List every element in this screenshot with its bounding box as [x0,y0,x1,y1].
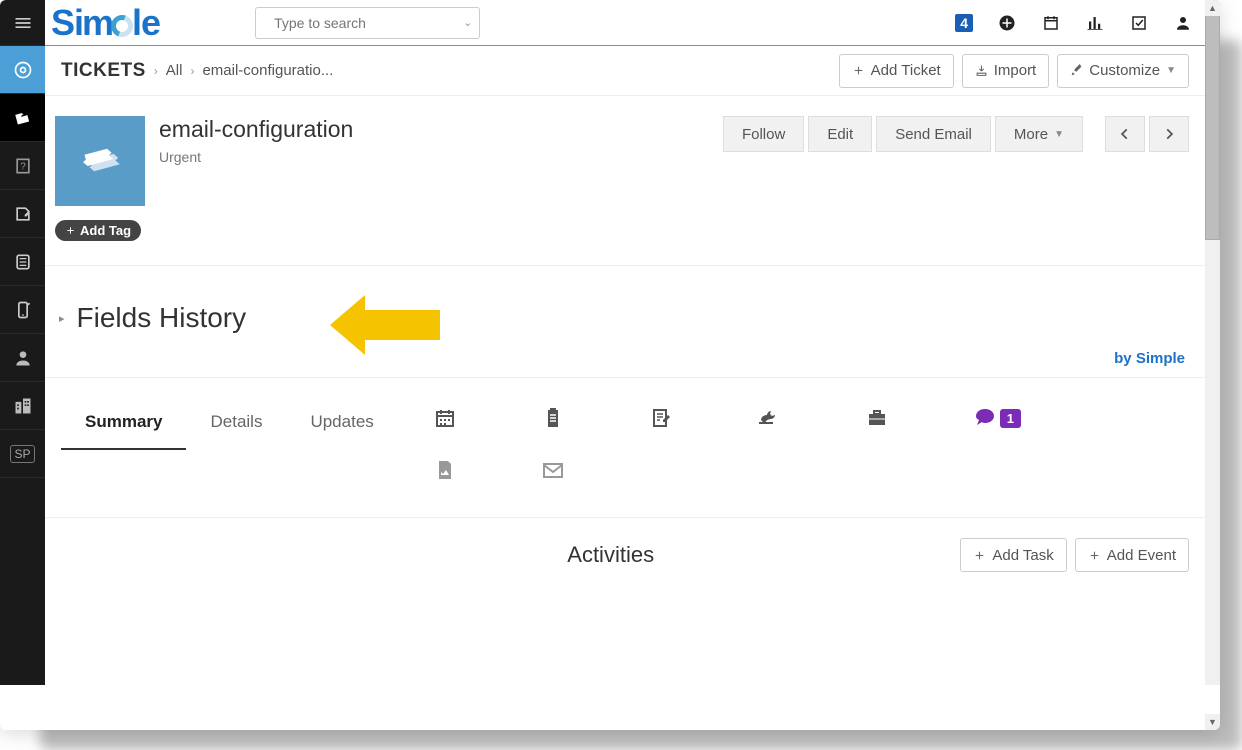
import-button[interactable]: Import [962,54,1050,88]
breadcrumb-filter[interactable]: All [166,62,183,79]
sidebar-item-compose[interactable] [0,190,45,238]
activities-section: Activities Add Task Add Event [45,518,1205,592]
tab-comments-icon[interactable]: 1 [972,406,1080,430]
tab-document-icon[interactable] [432,458,540,482]
record-header: email-configuration Urgent Follow Edit S… [45,96,1205,266]
tab-edit-note-icon[interactable] [648,406,756,430]
edit-button[interactable]: Edit [808,116,872,152]
add-ticket-label: Add Ticket [871,62,941,79]
sidebar-item-organizations[interactable] [0,382,45,430]
activities-title: Activities [261,542,960,568]
scrollbar-up-button[interactable]: ▲ [1205,0,1220,16]
tab-details[interactable]: Details [186,406,286,450]
search-input[interactable] [274,15,455,31]
top-icons: 4 [955,13,1199,33]
menu-toggle[interactable] [0,0,45,46]
sidebar-item-phone[interactable] [0,286,45,334]
import-label: Import [994,62,1037,79]
prev-record-button[interactable] [1105,116,1145,152]
search-box[interactable]: ⌄ [255,7,480,39]
record-priority: Urgent [159,149,723,165]
record-icon-tile [55,116,145,206]
add-event-button[interactable]: Add Event [1075,538,1189,572]
customize-label: Customize [1089,62,1160,79]
quick-add-icon[interactable] [997,13,1017,33]
add-event-label: Add Event [1107,547,1176,564]
search-chevron-icon[interactable]: ⌄ [463,16,472,29]
record-title: email-configuration [159,116,723,143]
tab-service-icon[interactable] [756,406,864,430]
calendar-icon[interactable] [1041,13,1061,33]
add-tag-label: Add Tag [80,223,131,238]
scrollbar-down-button[interactable]: ▼ [1205,714,1220,730]
svg-text:?: ? [20,161,26,172]
comments-count-badge: 1 [1000,409,1021,428]
tab-briefcase-icon[interactable] [864,406,972,430]
record-actions: Follow Edit Send Email More▼ [723,116,1189,152]
breadcrumb-sep: › [154,64,158,78]
fields-history-title: Fields History [77,302,247,334]
user-icon[interactable] [1173,13,1193,33]
tab-clipboard-icon[interactable] [540,406,648,430]
sidebar-item-contacts[interactable] [0,334,45,382]
sidebar-item-knowledge[interactable]: ? [0,142,45,190]
add-task-button[interactable]: Add Task [960,538,1066,572]
tasks-icon[interactable] [1129,13,1149,33]
scrollbar-thumb[interactable] [1205,0,1220,240]
tab-calendar-icon[interactable] [432,406,540,430]
sidebar-item-dashboard[interactable] [0,46,45,94]
fields-history-toggle[interactable]: ▸ [59,312,65,325]
by-simple-link[interactable]: by Simple [1114,350,1185,367]
logo[interactable]: Simle [45,2,160,44]
sidebar: ? SP [0,0,45,685]
breadcrumb-record[interactable]: email-configuratio... [202,62,333,79]
tabs-section: Summary Details Updates 1 [45,378,1205,518]
more-label: More [1014,126,1048,143]
sidebar-item-tickets[interactable] [0,94,45,142]
sidebar-item-server[interactable] [0,238,45,286]
send-email-button[interactable]: Send Email [876,116,991,152]
notification-badge[interactable]: 4 [955,14,973,32]
add-tag-button[interactable]: Add Tag [55,220,141,241]
sidebar-item-sp[interactable]: SP [0,430,45,478]
logo-spinner-icon [107,11,136,40]
breadcrumb-module[interactable]: TICKETS [61,60,146,82]
breadcrumb-sep: › [190,64,194,78]
tab-email-icon[interactable] [540,458,648,482]
breadcrumb-bar: TICKETS › All › email-configuratio... Ad… [45,46,1205,96]
fields-history-section: ▸ Fields History by Simple [45,266,1205,378]
callout-arrow-icon [330,290,440,360]
top-header: Simle ⌄ 4 [45,0,1205,46]
reports-icon[interactable] [1085,13,1105,33]
more-button[interactable]: More▼ [995,116,1083,152]
tab-summary[interactable]: Summary [61,406,186,450]
next-record-button[interactable] [1149,116,1189,152]
customize-button[interactable]: Customize▼ [1057,54,1189,88]
follow-button[interactable]: Follow [723,116,804,152]
ticket-icon [80,141,120,181]
add-ticket-button[interactable]: Add Ticket [839,54,954,88]
add-task-label: Add Task [992,547,1053,564]
tab-updates[interactable]: Updates [286,406,397,450]
